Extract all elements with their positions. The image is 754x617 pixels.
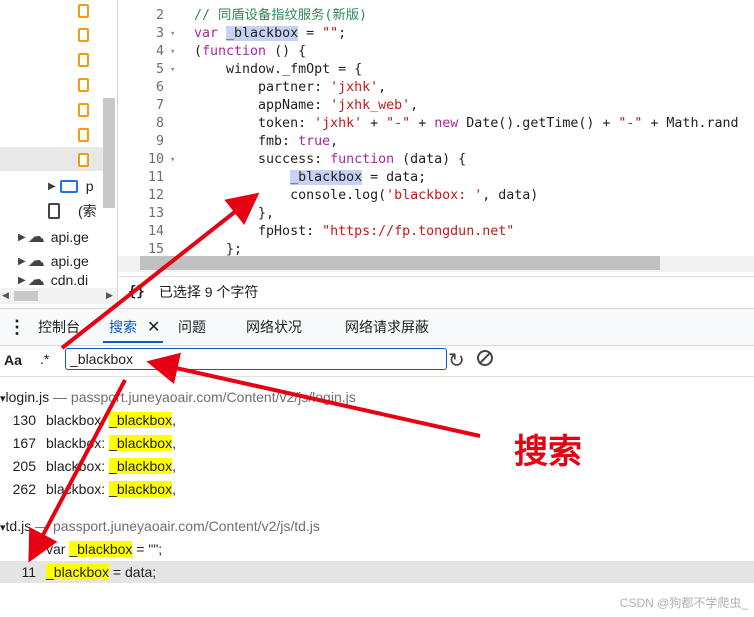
arrow-to-search-input [146, 352, 481, 438]
arrow-to-editor [60, 192, 260, 350]
arrow-to-result [28, 379, 127, 563]
annotation-arrows [28, 192, 481, 563]
